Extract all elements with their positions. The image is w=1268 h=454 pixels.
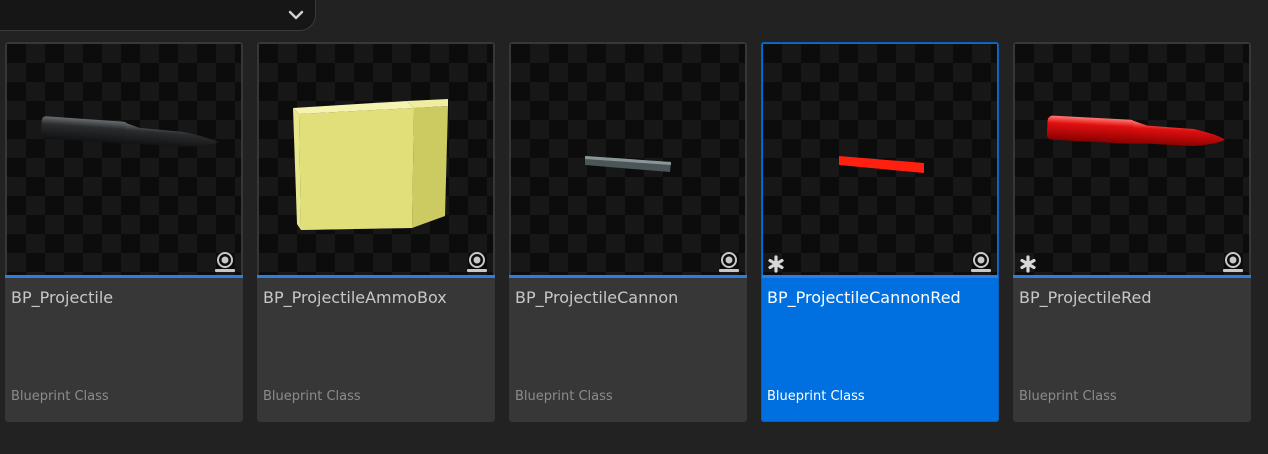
modified-asterisk-icon: [1020, 255, 1036, 273]
asset-type-color-bar: [762, 275, 998, 278]
asset-type: Blueprint Class: [767, 389, 865, 404]
asset-type: Blueprint Class: [263, 389, 361, 404]
filter-dropdown[interactable]: [0, 0, 316, 31]
asset-name: BP_ProjectileRed: [1019, 288, 1152, 307]
asset-thumbnail: [259, 44, 493, 275]
red-bullet-thumbnail: [1046, 115, 1225, 147]
asset-type: Blueprint Class: [11, 389, 109, 404]
asset-thumbnail: [1015, 44, 1249, 275]
red-rod-thumbnail: [839, 156, 924, 173]
asset-type-color-bar: [257, 275, 495, 278]
asset-thumbnail: [7, 44, 241, 275]
thumbnail-camera-icon[interactable]: [717, 251, 741, 273]
asset-thumbnail: [511, 44, 745, 275]
modified-asterisk-icon: [768, 255, 784, 273]
asset-grid: BP_Projectile Blueprint Class BP_Project…: [5, 42, 1251, 422]
asset-type-color-bar: [5, 275, 243, 278]
asset-tile[interactable]: BP_ProjectileCannon Blueprint Class: [509, 42, 747, 422]
asset-tile-selected[interactable]: BP_ProjectileCannonRed Blueprint Class: [761, 42, 999, 422]
thumbnail-camera-icon[interactable]: [969, 251, 993, 273]
chevron-down-icon[interactable]: [287, 7, 305, 23]
asset-tile[interactable]: BP_Projectile Blueprint Class: [5, 42, 243, 422]
asset-type-color-bar: [1013, 275, 1251, 278]
asset-name: BP_Projectile: [11, 288, 114, 307]
grey-rod-thumbnail: [585, 156, 671, 172]
asset-name: BP_ProjectileCannon: [515, 288, 679, 307]
asset-tile[interactable]: BP_ProjectileAmmoBox Blueprint Class: [257, 42, 495, 422]
thumbnail-camera-icon[interactable]: [1221, 251, 1245, 273]
black-bullet-thumbnail: [40, 116, 219, 147]
asset-name: BP_ProjectileCannonRed: [767, 288, 961, 307]
asset-type: Blueprint Class: [1019, 389, 1117, 404]
asset-name: BP_ProjectileAmmoBox: [263, 288, 447, 307]
asset-thumbnail: [763, 44, 997, 275]
yellow-cube-thumbnail: [293, 99, 448, 230]
content-browser-asset-view: BP_Projectile Blueprint Class BP_Project…: [0, 0, 1268, 454]
asset-type-color-bar: [509, 275, 747, 278]
asset-type: Blueprint Class: [515, 389, 613, 404]
thumbnail-camera-icon[interactable]: [465, 251, 489, 273]
asset-tile[interactable]: BP_ProjectileRed Blueprint Class: [1013, 42, 1251, 422]
thumbnail-camera-icon[interactable]: [213, 251, 237, 273]
